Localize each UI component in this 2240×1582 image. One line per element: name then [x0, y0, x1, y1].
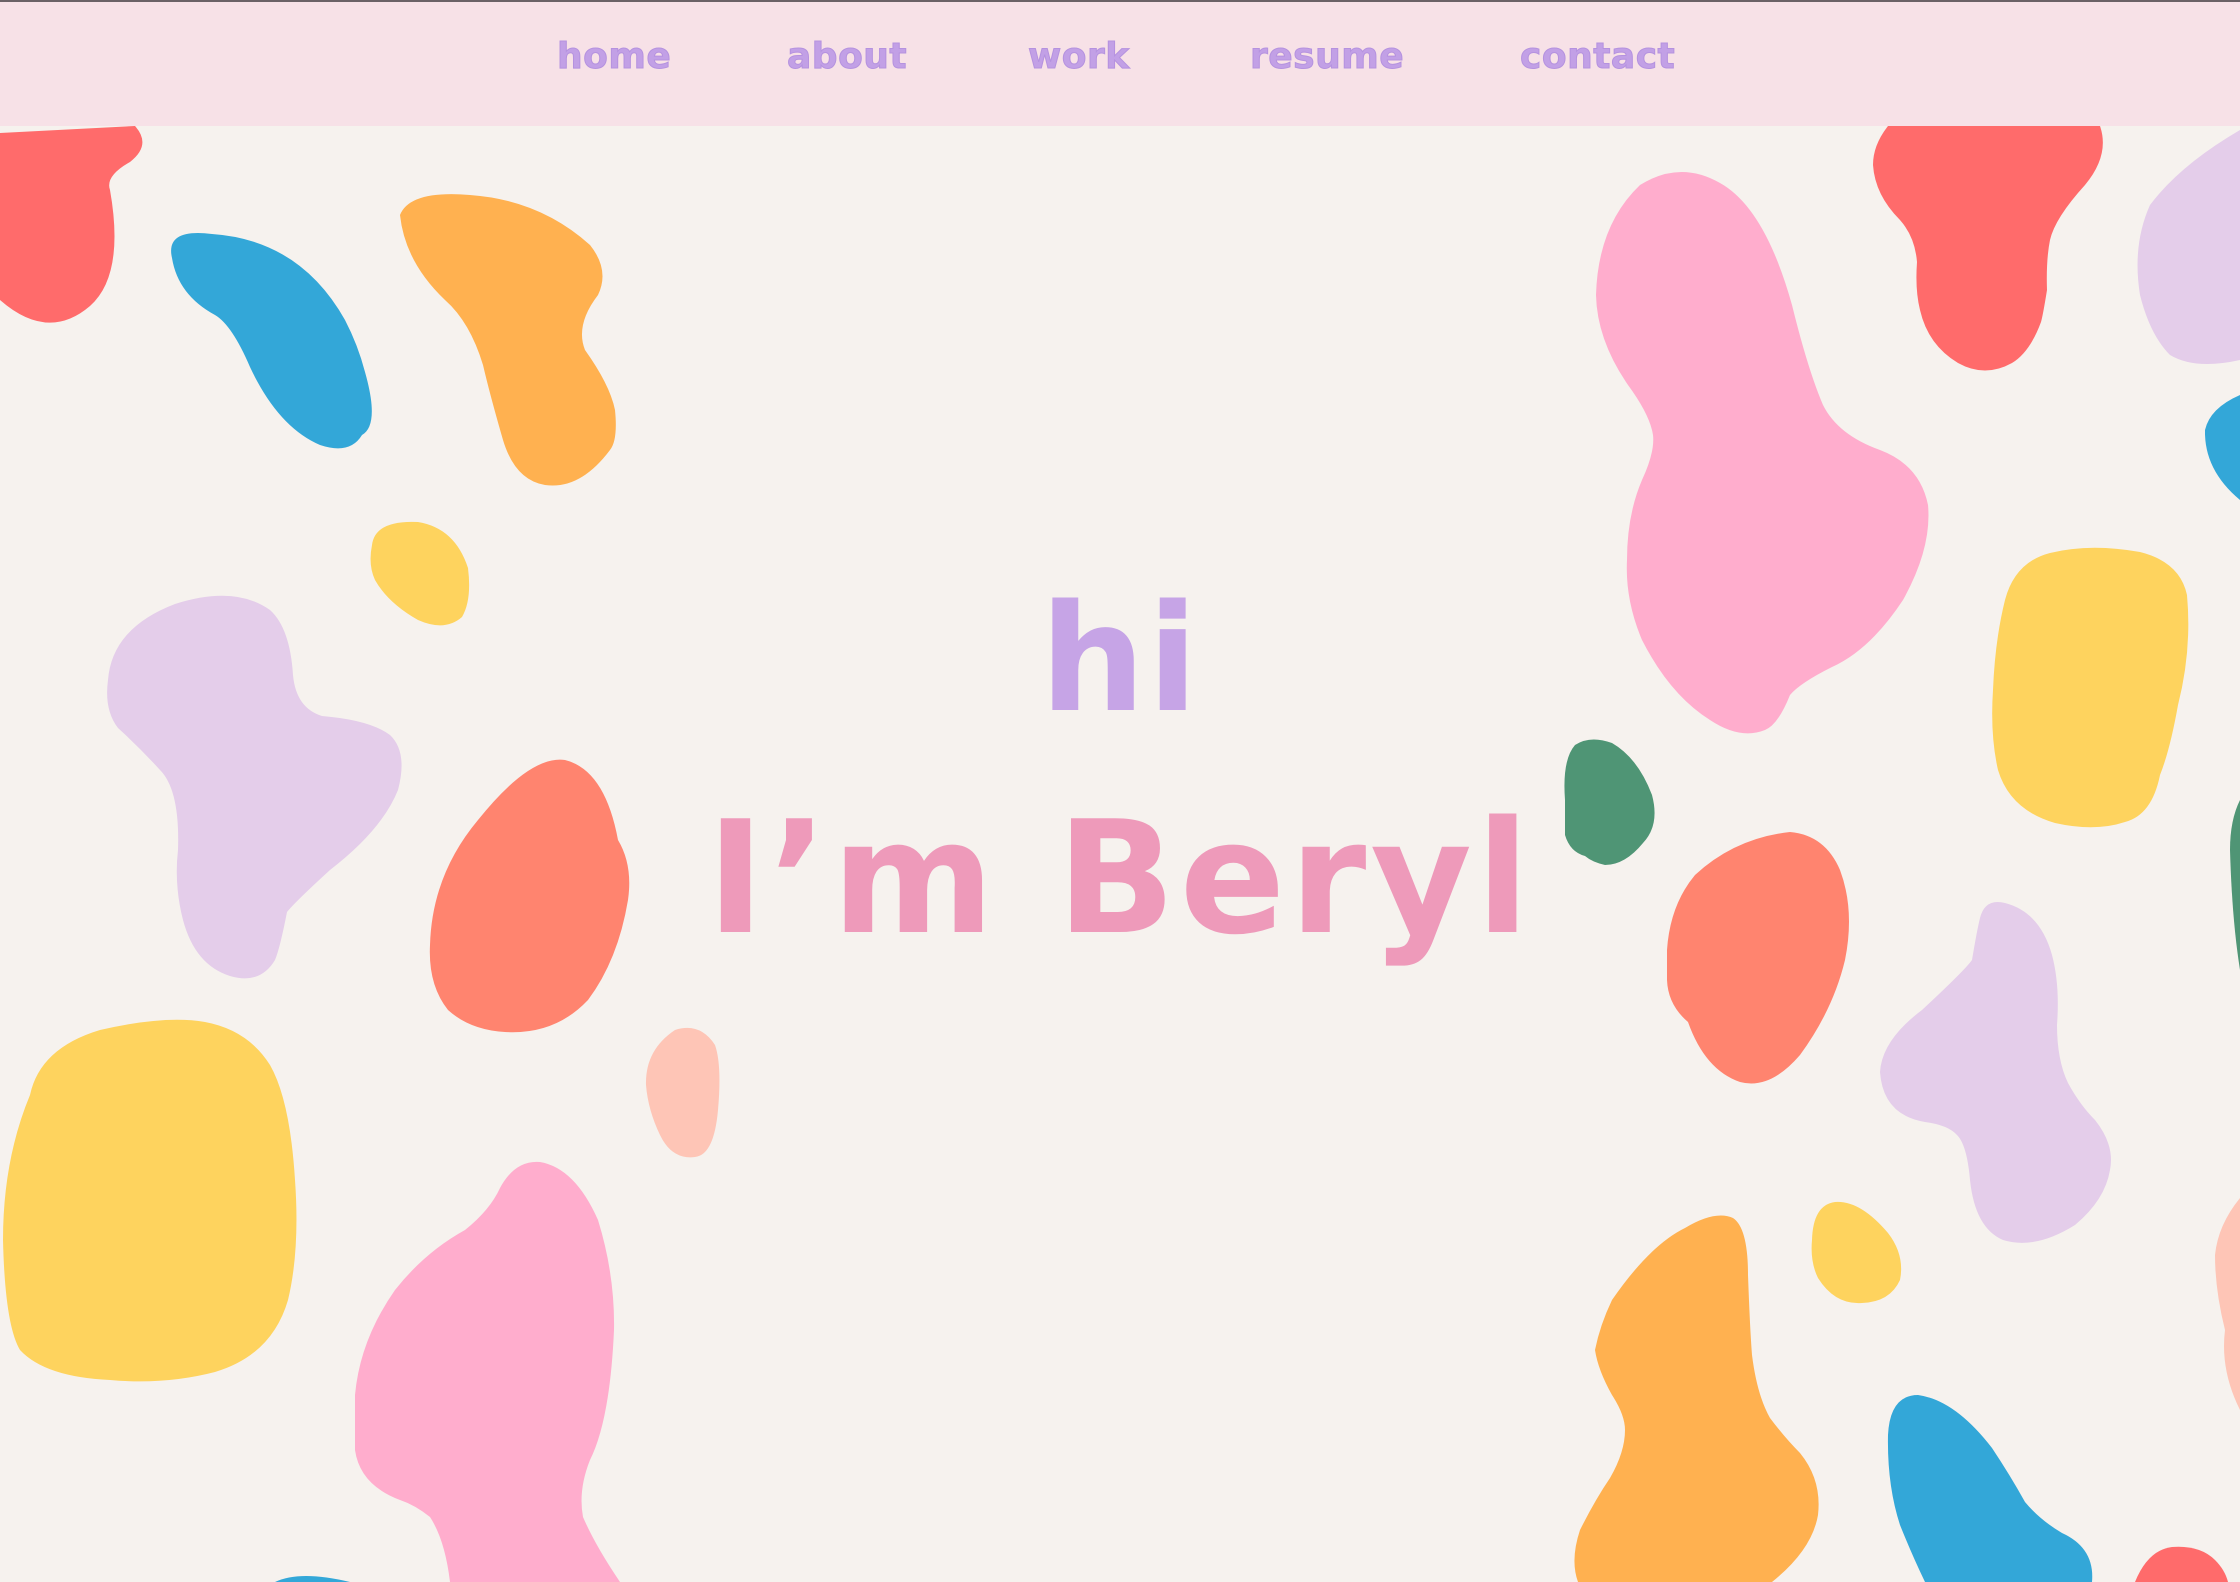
peach-blob — [645, 1027, 720, 1158]
yellow-blob — [3, 1019, 297, 1382]
blue-blob — [171, 233, 372, 449]
lavender-blob — [1880, 902, 2111, 1243]
top-navbar: home about work resume contact — [0, 2, 2240, 126]
blue-blob — [1887, 1395, 2093, 1582]
nav-link-home[interactable]: home — [556, 36, 671, 78]
yellow-blob — [370, 521, 470, 626]
green-blob — [1564, 739, 1655, 865]
pink-blob — [355, 1161, 620, 1582]
nav-link-work[interactable]: work — [1028, 36, 1130, 78]
lavender-blob — [2137, 130, 2240, 364]
green-blob — [2230, 800, 2240, 970]
coral-blob — [1667, 832, 1849, 1084]
pink-blob — [1596, 171, 1929, 734]
red-blob — [2135, 1546, 2228, 1582]
peach-blob — [2215, 1198, 2240, 1410]
nav-link-resume[interactable]: resume — [1249, 36, 1404, 78]
red-blob — [1873, 126, 2103, 371]
lavender-blob — [107, 595, 402, 979]
nav-link-about[interactable]: about — [786, 36, 907, 78]
nav-link-contact[interactable]: contact — [1519, 36, 1675, 78]
yellow-blob — [1811, 1201, 1902, 1304]
yellow-blob — [1992, 547, 2189, 828]
red-blob — [0, 126, 143, 323]
blue-blob — [2204, 395, 2240, 500]
blue-blob — [275, 1576, 350, 1582]
orange-blob — [400, 194, 616, 486]
decorative-blobs — [0, 126, 2240, 1582]
orange-blob — [1574, 1215, 1819, 1582]
coral-blob — [429, 759, 630, 1033]
